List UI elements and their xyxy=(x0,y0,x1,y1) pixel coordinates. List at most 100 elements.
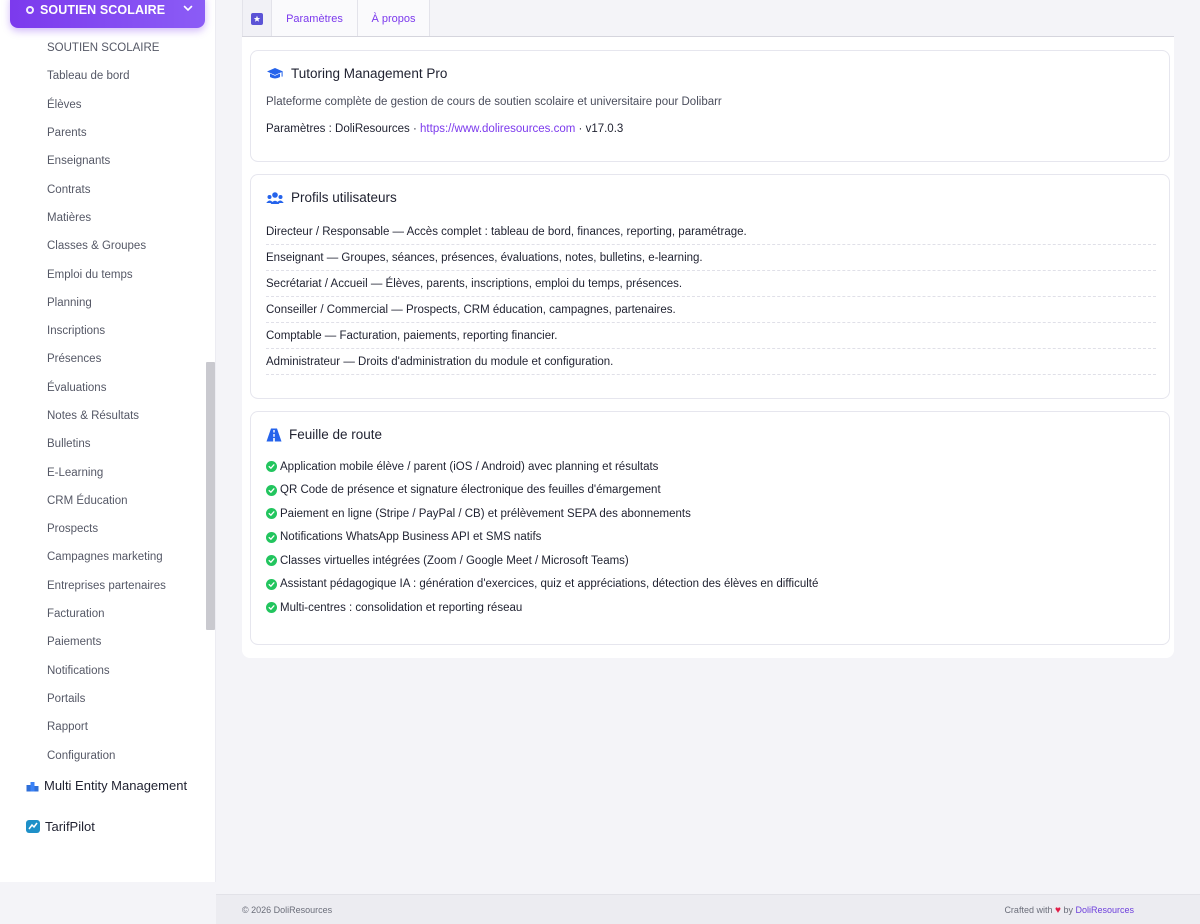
module-menu-header[interactable]: SOUTIEN SCOLAIRE xyxy=(10,0,205,28)
roadmap-item: Multi-centres : consolidation et reporti… xyxy=(266,596,1156,620)
sidebar-item[interactable]: Notifications xyxy=(0,657,205,685)
sidebar-item[interactable]: Paiements xyxy=(0,628,205,656)
sidebar-item-tarifpilot[interactable]: TarifPilot xyxy=(26,819,95,834)
roadmap-title: Feuille de route xyxy=(266,427,382,442)
roadmap-item-text: Assistant pédagogique IA : génération d'… xyxy=(280,578,819,591)
check-circle-icon xyxy=(266,602,277,614)
roadmap-item-text: QR Code de présence et signature électro… xyxy=(280,484,661,497)
check-circle-icon xyxy=(266,484,277,496)
version-text: · v17.0.3 xyxy=(575,123,624,135)
roadmap-item: Assistant pédagogique IA : génération d'… xyxy=(266,573,1156,597)
sidebar-item[interactable]: Bulletins xyxy=(0,430,205,458)
copyright-text: © 2026 DoliResources xyxy=(242,905,333,915)
check-circle-icon xyxy=(266,531,277,543)
profiles-title-text: Profils utilisateurs xyxy=(291,190,397,205)
page-footer: © 2026 DoliResources Crafted with ♥ by D… xyxy=(216,894,1200,924)
sidebar-item[interactable]: Notes & Résultats xyxy=(0,402,205,430)
roadmap-item-text: Paiement en ligne (Stripe / PayPal / CB)… xyxy=(280,507,691,520)
sidebar-item[interactable]: Parents xyxy=(0,119,205,147)
profile-row: Directeur / Responsable — Accès complet … xyxy=(266,219,1156,245)
sidebar-item[interactable]: Tableau de bord xyxy=(0,62,205,90)
profile-row: Enseignant — Groupes, séances, présences… xyxy=(266,245,1156,271)
sidebar-item[interactable]: Emploi du temps xyxy=(0,260,205,288)
about-description: Plateforme complète de gestion de cours … xyxy=(266,96,722,108)
roadmap-item-text: Multi-centres : consolidation et reporti… xyxy=(280,601,523,614)
roadmap-title-text: Feuille de route xyxy=(289,427,383,442)
roadmap-list: Application mobile élève / parent (iOS /… xyxy=(266,455,1156,620)
sidebar-item[interactable]: Campagnes marketing xyxy=(0,543,205,571)
graduation-cap-icon xyxy=(266,67,284,81)
crafted-credit: Crafted with ♥ by DoliResources xyxy=(1004,905,1134,916)
sidebar-item-label: Multi Entity Management xyxy=(44,778,188,793)
sidebar: SOUTIEN SCOLAIRE SOUTIEN SCOLAIRE Tableau… xyxy=(0,0,216,882)
website-link[interactable]: https://www.doliresources.com xyxy=(420,123,575,135)
main-content: Paramètres À propos Tutoring Management … xyxy=(216,0,1200,894)
tab-parametres[interactable]: Paramètres xyxy=(272,0,358,37)
sidebar-scrollbar[interactable] xyxy=(206,362,215,630)
sidebar-item[interactable]: Présences xyxy=(0,345,205,373)
multi-entity-icon xyxy=(26,779,39,792)
roadmap-item-text: Application mobile élève / parent (iOS /… xyxy=(280,460,659,473)
profile-row: Administrateur — Droits d'administration… xyxy=(266,349,1156,375)
check-circle-icon xyxy=(266,555,277,567)
profile-row: Conseiller / Commercial — Prospects, CRM… xyxy=(266,297,1156,323)
module-icon xyxy=(26,6,34,14)
heart-icon: ♥ xyxy=(1054,905,1061,916)
about-title-text: Tutoring Management Pro xyxy=(291,66,448,81)
sidebar-item[interactable]: Matières xyxy=(0,204,205,232)
roadmap-item-text: Classes virtuelles intégrées (Zoom / Goo… xyxy=(280,554,629,567)
module-menu-label: SOUTIEN SCOLAIRE xyxy=(40,3,166,17)
sidebar-item[interactable]: Entreprises partenaires xyxy=(0,572,205,600)
tab-bar: Paramètres À propos xyxy=(242,0,430,37)
sidebar-item[interactable]: CRM Éducation xyxy=(0,487,205,515)
tarifpilot-icon xyxy=(26,820,40,833)
sidebar-item[interactable]: E-Learning xyxy=(0,458,205,486)
road-icon xyxy=(266,428,282,442)
users-icon xyxy=(266,191,284,205)
chevron-down-icon[interactable] xyxy=(183,3,193,13)
roadmap-item: QR Code de présence et signature électro… xyxy=(266,479,1156,503)
sidebar-item[interactable]: SOUTIEN SCOLAIRE xyxy=(0,34,205,62)
sidebar-item-multi-entity[interactable]: Multi Entity Management xyxy=(26,778,187,793)
tab-a-propos[interactable]: À propos xyxy=(358,0,430,37)
brand-link[interactable]: DoliResources xyxy=(1075,905,1134,915)
about-panel: Tutoring Management Pro Plateforme compl… xyxy=(242,36,1174,658)
sidebar-item[interactable]: Enseignants xyxy=(0,147,205,175)
crafted-by: by xyxy=(1063,905,1073,915)
profiles-title: Profils utilisateurs xyxy=(266,190,397,205)
sidebar-item[interactable]: Planning xyxy=(0,289,205,317)
sidebar-item[interactable]: Classes & Groupes xyxy=(0,232,205,260)
check-circle-icon xyxy=(266,508,277,520)
sidebar-item[interactable]: Prospects xyxy=(0,515,205,543)
roadmap-item: Application mobile élève / parent (iOS /… xyxy=(266,455,1156,479)
profile-row: Secrétariat / Accueil — Élèves, parents,… xyxy=(266,271,1156,297)
sidebar-bottom xyxy=(0,882,216,924)
crafted-prefix: Crafted with xyxy=(1004,905,1053,915)
sidebar-item[interactable]: Contrats xyxy=(0,175,205,203)
profiles-card: Profils utilisateurs Directeur / Respons… xyxy=(250,174,1170,399)
sidebar-item[interactable]: Rapport xyxy=(0,713,205,741)
roadmap-item-text: Notifications WhatsApp Business API et S… xyxy=(280,531,542,544)
sidebar-item[interactable]: Facturation xyxy=(0,600,205,628)
meta-prefix: Paramètres : DoliResources · xyxy=(266,123,421,135)
sidebar-item[interactable]: Configuration xyxy=(0,741,205,769)
sidebar-item[interactable]: Inscriptions xyxy=(0,317,205,345)
about-card: Tutoring Management Pro Plateforme compl… xyxy=(250,50,1170,162)
roadmap-item: Notifications WhatsApp Business API et S… xyxy=(266,526,1156,550)
about-meta: Paramètres : DoliResources · https://www… xyxy=(266,123,623,135)
sidebar-item[interactable]: Portails xyxy=(0,685,205,713)
roadmap-item: Paiement en ligne (Stripe / PayPal / CB)… xyxy=(266,502,1156,526)
sidebar-item[interactable]: Élèves xyxy=(0,91,205,119)
check-circle-icon xyxy=(266,461,277,473)
tab-module-icon[interactable] xyxy=(242,0,272,37)
sidebar-menu: SOUTIEN SCOLAIRE Tableau de bord Élèves Par… xyxy=(0,34,205,770)
sidebar-item[interactable]: Évaluations xyxy=(0,374,205,402)
roadmap-item: Classes virtuelles intégrées (Zoom / Goo… xyxy=(266,549,1156,573)
star-icon xyxy=(251,12,263,25)
roadmap-card: Feuille de route Application mobile élèv… xyxy=(250,411,1170,645)
sidebar-item-label: TarifPilot xyxy=(45,819,95,834)
profiles-list: Directeur / Responsable — Accès complet … xyxy=(266,219,1156,375)
about-title: Tutoring Management Pro xyxy=(266,66,447,81)
profile-row: Comptable — Facturation, paiements, repo… xyxy=(266,323,1156,349)
check-circle-icon xyxy=(266,578,277,590)
